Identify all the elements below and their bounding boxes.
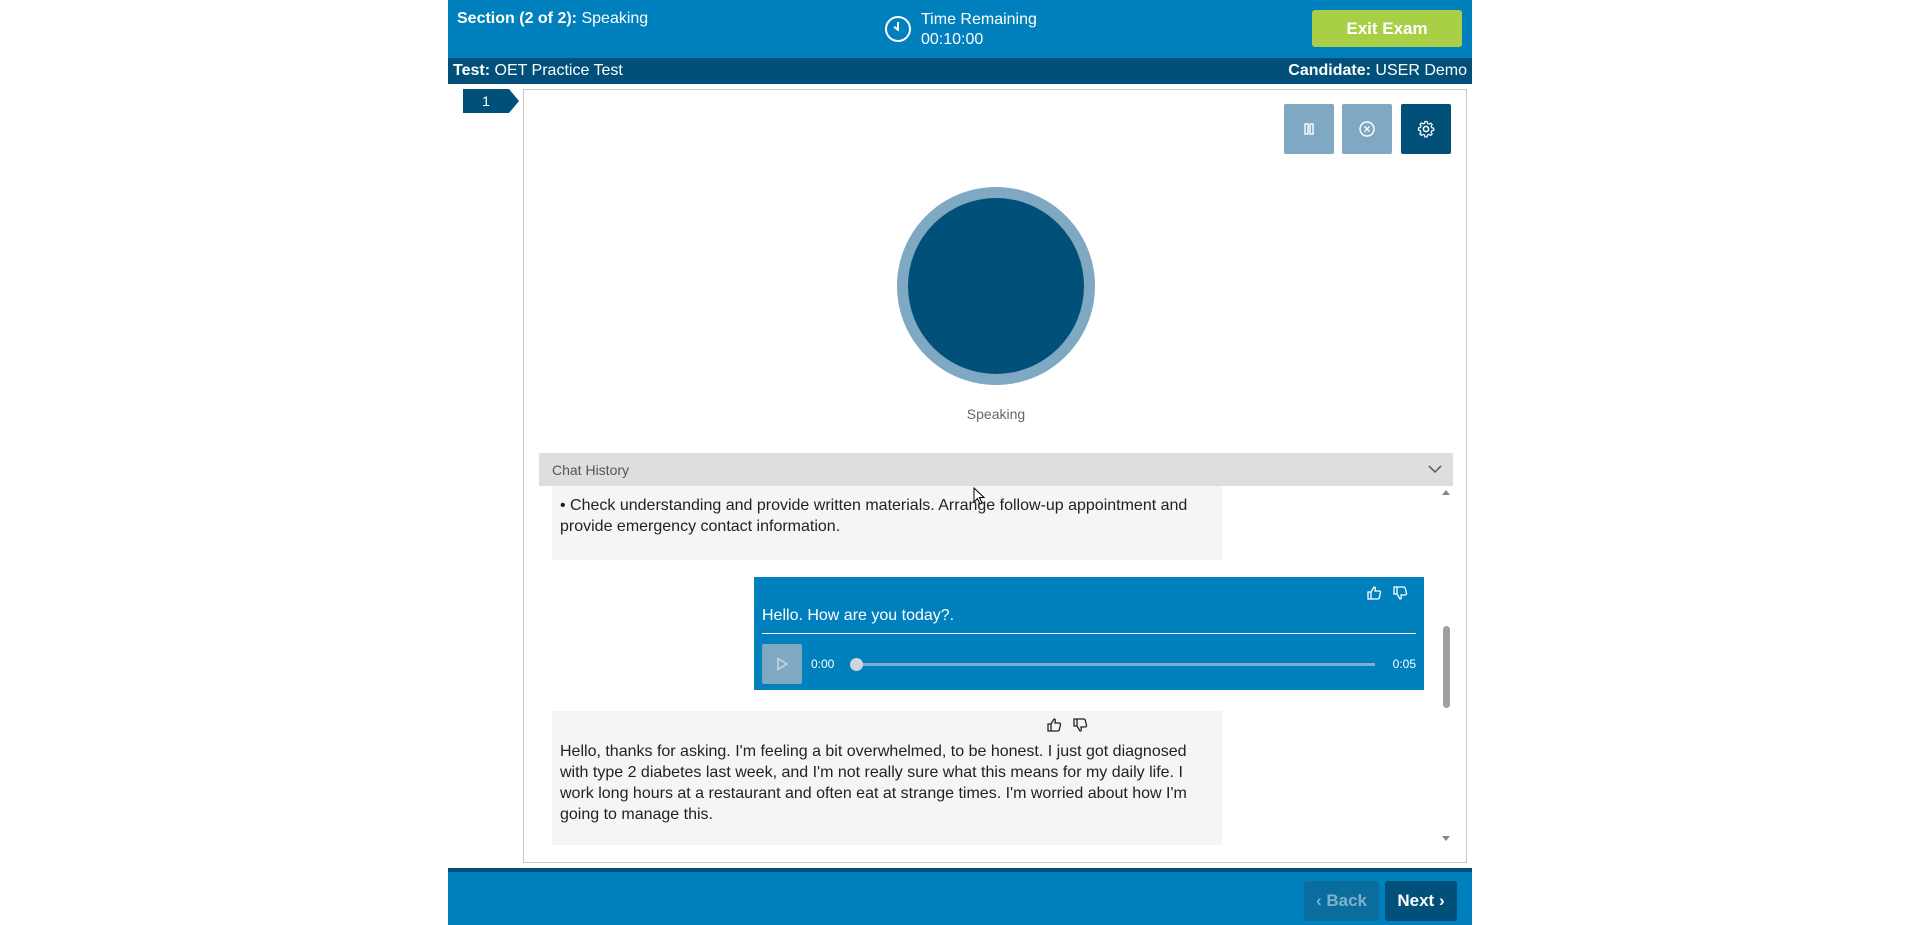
speaking-avatar [897, 187, 1095, 385]
audio-duration: 0:05 [1392, 657, 1416, 671]
chat-scrollbar[interactable] [1439, 486, 1453, 845]
candidate-info: Candidate: USER Demo [1288, 62, 1467, 80]
back-button[interactable]: ‹ Back [1304, 881, 1379, 921]
test-name: OET Practice Test [494, 62, 623, 79]
timer-value: 00:10:00 [921, 31, 984, 48]
message-divider [762, 633, 1416, 634]
top-bar: Section (2 of 2): Speaking Time Remainin… [448, 0, 1472, 58]
chat-history-header[interactable]: Chat History [539, 453, 1453, 486]
message-text: • Check understanding and provide writte… [560, 497, 1188, 535]
chevron-left-icon: ‹ [1315, 891, 1327, 910]
pause-button[interactable] [1284, 104, 1334, 154]
chevron-right-icon: › [1434, 891, 1445, 910]
chat-history-body: • Check understanding and provide writte… [539, 486, 1453, 845]
candidate-label: Candidate: [1288, 62, 1371, 79]
exam-app: Section (2 of 2): Speaking Time Remainin… [448, 0, 1472, 925]
settings-button[interactable] [1401, 104, 1451, 154]
mouse-cursor-icon [973, 487, 985, 505]
section-name: Speaking [581, 10, 649, 27]
feedback-buttons [1366, 585, 1408, 601]
clock-icon [885, 16, 911, 42]
footer-bar: ‹ Back Next › [448, 868, 1472, 925]
audio-current-time: 0:00 [811, 657, 835, 671]
back-label: Back [1326, 891, 1368, 910]
info-bar: Test: OET Practice Test Candidate: USER … [448, 58, 1472, 84]
scroll-up-arrow[interactable] [1442, 490, 1450, 495]
test-label: Test: [453, 62, 491, 79]
message-text: Hello. How are you today?. [762, 607, 955, 624]
audio-seek-handle[interactable] [850, 658, 863, 671]
pause-icon [1304, 123, 1314, 135]
scroll-thumb[interactable] [1443, 626, 1450, 708]
stop-icon [1359, 121, 1375, 137]
stop-button[interactable] [1342, 104, 1392, 154]
question-number-tab[interactable]: 1 [463, 89, 519, 113]
audio-player: 0:00 0:05 [762, 644, 1416, 684]
timer: Time Remaining 00:10:00 [885, 10, 1037, 50]
play-icon [777, 657, 789, 671]
play-button[interactable] [762, 644, 802, 684]
timer-label: Time Remaining [921, 11, 1037, 28]
chat-message-assistant: • Check understanding and provide writte… [552, 486, 1222, 560]
next-button[interactable]: Next › [1385, 881, 1457, 921]
chevron-down-icon[interactable] [1427, 461, 1443, 477]
section-indicator: Section (2 of 2): Speaking [457, 10, 648, 28]
next-label: Next [1397, 891, 1435, 910]
avatar-core [908, 198, 1084, 374]
section-prefix: Section (2 of 2): [457, 10, 578, 27]
avatar-status-label: Speaking [966, 406, 1026, 422]
thumbs-down-icon[interactable] [1392, 585, 1408, 601]
audio-seek-track[interactable] [855, 663, 1375, 666]
candidate-name: USER Demo [1375, 62, 1467, 79]
chat-message-user: Hello. How are you today?. 0:00 0:05 [754, 577, 1424, 690]
chat-message-assistant: Hello, thanks for asking. I'm feeling a … [552, 711, 1222, 845]
feedback-buttons [1046, 717, 1088, 733]
thumbs-up-icon[interactable] [1366, 585, 1382, 601]
gear-icon [1417, 120, 1435, 138]
exit-exam-button[interactable]: Exit Exam [1312, 10, 1462, 47]
scroll-down-arrow[interactable] [1442, 836, 1450, 841]
message-text: Hello, thanks for asking. I'm feeling a … [560, 743, 1187, 823]
chat-history-label: Chat History [552, 462, 630, 478]
test-info: Test: OET Practice Test [453, 62, 623, 80]
thumbs-up-icon[interactable] [1046, 717, 1062, 733]
thumbs-down-icon[interactable] [1072, 717, 1088, 733]
question-panel: Speaking Chat History • Check understand… [523, 89, 1467, 863]
